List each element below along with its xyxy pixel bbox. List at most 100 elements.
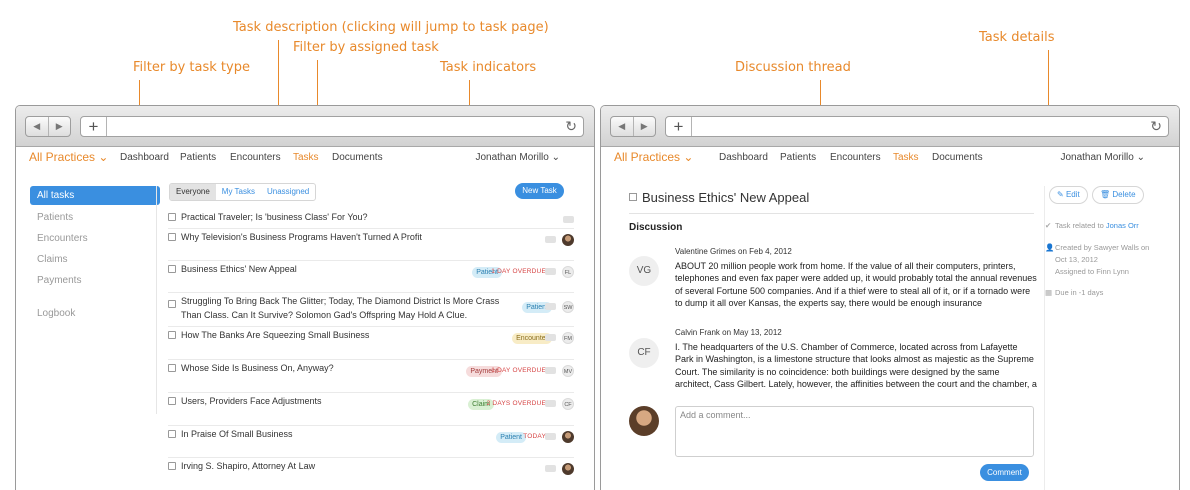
annotation-task-details: Task details bbox=[979, 30, 1055, 45]
filter-unassigned[interactable]: Unassigned bbox=[261, 184, 315, 200]
related-patient-link[interactable]: Jonas Orr bbox=[1106, 221, 1139, 230]
practice-selector[interactable]: All Practices ⌄ bbox=[614, 150, 693, 164]
comment-bubble-icon bbox=[545, 367, 556, 374]
history-buttons: ◀ ▶ bbox=[25, 116, 71, 137]
comment-input[interactable]: Add a comment... bbox=[675, 406, 1034, 457]
nav-documents[interactable]: Documents bbox=[932, 152, 983, 163]
nav-dashboard[interactable]: Dashboard bbox=[120, 152, 169, 163]
address-bar[interactable]: + ↻ bbox=[665, 116, 1169, 137]
nav-patients[interactable]: Patients bbox=[780, 152, 816, 163]
avatar: VG bbox=[629, 256, 659, 286]
sidebar-item-patients[interactable]: Patients bbox=[30, 207, 160, 228]
assignee-avatar bbox=[562, 431, 574, 443]
task-checkbox[interactable] bbox=[168, 397, 176, 405]
task-row[interactable]: Whose Side Is Business On, Anyway? Paymen… bbox=[168, 360, 574, 393]
comment-text: ABOUT 20 million people work from home. … bbox=[675, 260, 1037, 309]
nav-documents[interactable]: Documents bbox=[332, 152, 383, 163]
assignee-avatar: CF bbox=[562, 398, 574, 410]
delete-button[interactable]: 🗑 Delete bbox=[1092, 186, 1144, 204]
new-task-button[interactable]: New Task bbox=[515, 183, 564, 199]
sidebar-item-all-tasks[interactable]: All tasks bbox=[30, 186, 160, 205]
overdue-indicator: 1 DAY OVERDUE bbox=[491, 268, 546, 275]
task-title: Business Ethics' New Appeal bbox=[642, 190, 810, 205]
task-checkbox[interactable] bbox=[168, 331, 176, 339]
assignee-avatar: MV bbox=[562, 365, 574, 377]
overdue-indicator: 2 DAYS OVERDUE bbox=[486, 400, 546, 407]
nav-tasks[interactable]: Tasks bbox=[293, 152, 319, 163]
task-complete-checkbox[interactable] bbox=[629, 193, 637, 201]
task-description-link[interactable]: Practical Traveler; Is 'business Class' … bbox=[181, 210, 541, 224]
comment-bubble-icon bbox=[545, 303, 556, 310]
filter-everyone[interactable]: Everyone bbox=[170, 184, 216, 200]
comment-bubble-icon bbox=[563, 216, 574, 223]
task-checkbox[interactable] bbox=[168, 430, 176, 438]
reload-icon[interactable]: ↻ bbox=[1150, 118, 1162, 135]
annotation-discussion-thread: Discussion thread bbox=[735, 60, 851, 75]
forward-icon[interactable]: ▶ bbox=[49, 117, 71, 136]
task-checkbox[interactable] bbox=[168, 265, 176, 273]
task-checkbox[interactable] bbox=[168, 233, 176, 241]
user-menu[interactable]: Jonathan Morillo ⌄ bbox=[475, 152, 560, 163]
history-buttons: ◀ ▶ bbox=[610, 116, 656, 137]
task-description-link[interactable]: Why Television's Business Programs Haven… bbox=[181, 230, 541, 244]
user-menu[interactable]: Jonathan Morillo ⌄ bbox=[1060, 152, 1145, 163]
task-row[interactable]: Why Television's Business Programs Haven… bbox=[168, 229, 574, 261]
new-tab-icon[interactable]: + bbox=[666, 117, 692, 136]
task-checkbox[interactable] bbox=[168, 300, 176, 308]
filter-my-tasks[interactable]: My Tasks bbox=[216, 184, 261, 200]
task-description-link[interactable]: How The Banks Are Squeezing Small Busine… bbox=[181, 328, 541, 342]
task-description-link[interactable]: Struggling To Bring Back The Glitter; To… bbox=[181, 294, 511, 322]
back-icon[interactable]: ◀ bbox=[26, 117, 49, 136]
sidebar-item-logbook[interactable]: Logbook bbox=[30, 303, 160, 324]
back-icon[interactable]: ◀ bbox=[611, 117, 634, 136]
task-row[interactable]: Business Ethics' New Appeal Patient 1 DAY … bbox=[168, 261, 574, 293]
sidebar-item-payments[interactable]: Payments bbox=[30, 270, 160, 291]
task-checkbox[interactable] bbox=[168, 213, 176, 221]
overdue-indicator: 1 DAY OVERDUE bbox=[491, 367, 546, 374]
app-nav: All Practices ⌄ Dashboard Patients Encou… bbox=[601, 150, 1179, 174]
edit-button[interactable]: ✎ Edit bbox=[1049, 186, 1088, 204]
assigned-to: Assigned to Finn Lynn bbox=[1055, 267, 1129, 276]
new-tab-icon[interactable]: + bbox=[81, 117, 107, 136]
comment: Calvin Frank on May 13, 2012 I. The head… bbox=[675, 327, 1037, 391]
task-row[interactable]: Practical Traveler; Is 'business Class' … bbox=[168, 209, 574, 229]
assignee-avatar: FM bbox=[562, 332, 574, 344]
nav-tasks[interactable]: Tasks bbox=[893, 152, 919, 163]
related-prefix: Task related to bbox=[1055, 221, 1104, 230]
task-checkbox[interactable] bbox=[168, 462, 176, 470]
forward-icon[interactable]: ▶ bbox=[634, 117, 656, 136]
task-row[interactable]: Irving S. Shapiro, Attorney At Law bbox=[168, 458, 574, 490]
comment-bubble-icon bbox=[545, 400, 556, 407]
nav-patients[interactable]: Patients bbox=[180, 152, 216, 163]
assignee-avatar bbox=[562, 234, 574, 246]
task-title-row: Business Ethics' New Appeal bbox=[629, 190, 809, 205]
task-row[interactable]: Struggling To Bring Back The Glitter; To… bbox=[168, 293, 574, 327]
nav-encounters[interactable]: Encounters bbox=[230, 152, 281, 163]
address-bar[interactable]: + ↻ bbox=[80, 116, 584, 137]
sidebar-item-encounters[interactable]: Encounters bbox=[30, 228, 160, 249]
assignee-avatar bbox=[562, 463, 574, 475]
stage: Task description (clicking will jump to … bbox=[0, 0, 1190, 490]
task-due: ▦ Due in -1 days bbox=[1045, 287, 1103, 299]
task-row[interactable]: Users, Providers Face Adjustments Claim 2 … bbox=[168, 393, 574, 426]
task-description-link[interactable]: Irving S. Shapiro, Attorney At Law bbox=[181, 459, 541, 473]
reload-icon[interactable]: ↻ bbox=[565, 118, 577, 135]
sidebar-divider bbox=[156, 186, 157, 414]
comment-button[interactable]: Comment bbox=[980, 464, 1029, 481]
task-related: ✔ Task related to Jonas Orr bbox=[1045, 220, 1139, 232]
sidebar-item-claims[interactable]: Claims bbox=[30, 249, 160, 270]
annotation-filter-type: Filter by task type bbox=[133, 60, 250, 75]
comment-meta: Valentine Grimes on Feb 4, 2012 bbox=[675, 247, 792, 256]
person-icon: 👤 bbox=[1045, 243, 1055, 252]
task-description-link[interactable]: In Praise Of Small Business bbox=[181, 427, 541, 441]
assignee-avatar: FL bbox=[562, 266, 574, 278]
assignee-filter: Everyone My Tasks Unassigned bbox=[169, 183, 317, 201]
task-row[interactable]: How The Banks Are Squeezing Small Busine… bbox=[168, 327, 574, 360]
task-row[interactable]: In Praise Of Small Business Patient TODAY bbox=[168, 426, 574, 458]
task-checkbox[interactable] bbox=[168, 364, 176, 372]
check-icon: ✔ bbox=[1045, 221, 1052, 230]
annotation-task-indicators: Task indicators bbox=[440, 60, 537, 75]
nav-dashboard[interactable]: Dashboard bbox=[719, 152, 768, 163]
nav-encounters[interactable]: Encounters bbox=[830, 152, 881, 163]
practice-selector[interactable]: All Practices ⌄ bbox=[29, 150, 108, 164]
